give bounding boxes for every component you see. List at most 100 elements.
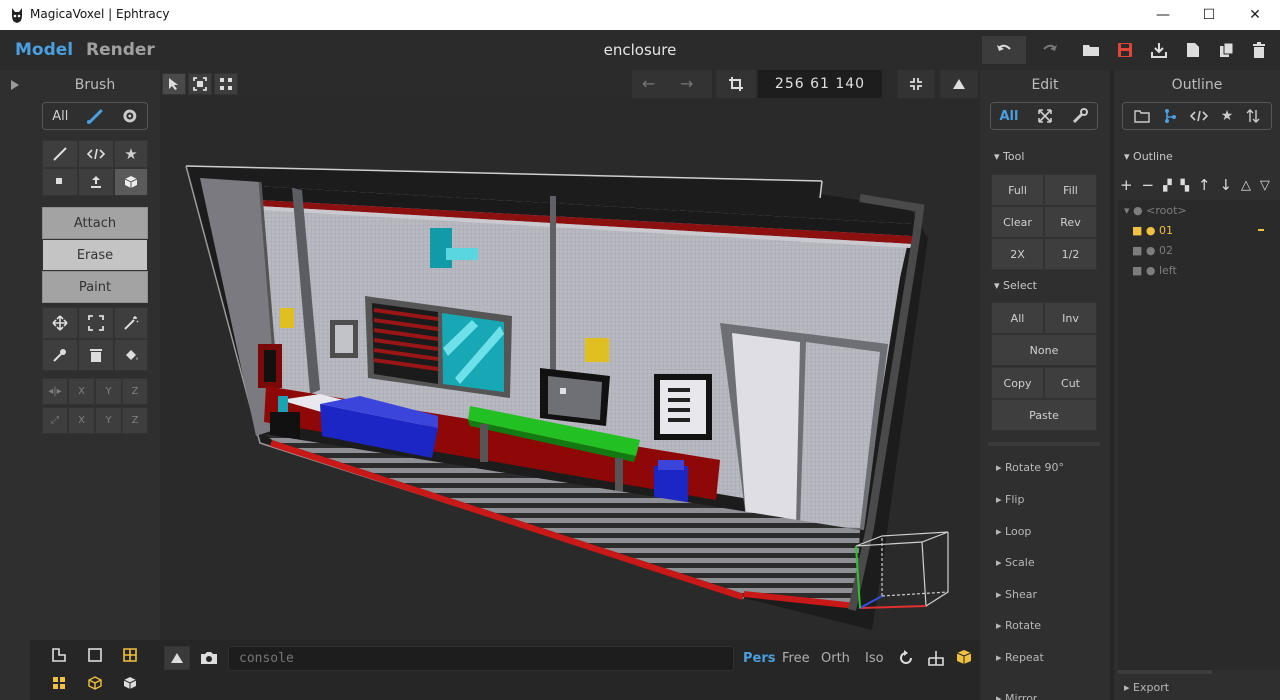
mirror-toggle[interactable]: ◂|▸ bbox=[42, 378, 68, 405]
view-pers-button[interactable]: Pers bbox=[743, 651, 776, 666]
remove-node-icon[interactable]: − bbox=[1142, 176, 1155, 194]
mode-render-tab[interactable]: Render bbox=[86, 40, 155, 60]
select-all-button[interactable]: All bbox=[991, 302, 1044, 334]
magic-wand-button[interactable] bbox=[114, 307, 148, 339]
edit-transform-icon[interactable] bbox=[1027, 108, 1063, 124]
tool-section-header[interactable]: ▾ Tool bbox=[994, 150, 1024, 163]
tree-node-left[interactable]: ■ ● left bbox=[1132, 264, 1177, 277]
mode-model-tab[interactable]: Model bbox=[15, 40, 73, 60]
ungroup-icon[interactable]: ▚ bbox=[1180, 179, 1188, 192]
group-icon[interactable]: ▞ bbox=[1163, 179, 1171, 192]
tool-full-button[interactable]: Full bbox=[991, 174, 1044, 206]
view-orth-button[interactable]: Orth bbox=[821, 651, 850, 666]
edit-filter-all[interactable]: All bbox=[991, 109, 1027, 124]
save-button[interactable] bbox=[1108, 36, 1142, 64]
new-button[interactable] bbox=[1176, 36, 1210, 64]
undo-button[interactable] bbox=[982, 36, 1026, 64]
select-inv-button[interactable]: Inv bbox=[1044, 302, 1097, 334]
mirror-x[interactable]: X bbox=[68, 378, 95, 405]
repeat-section[interactable]: ▸ Repeat bbox=[996, 651, 1044, 664]
duplicate-button[interactable] bbox=[1210, 36, 1244, 64]
region-select-button[interactable] bbox=[188, 73, 212, 95]
cube-outline-icon[interactable] bbox=[88, 676, 102, 690]
move-tool-button[interactable] bbox=[42, 307, 78, 339]
view-free-button[interactable]: Free bbox=[782, 651, 810, 666]
brush-code-button[interactable] bbox=[78, 140, 114, 168]
shear-section[interactable]: ▸ Shear bbox=[996, 588, 1037, 601]
export-section[interactable]: ▸ Export bbox=[1124, 681, 1169, 694]
minimize-button[interactable]: — bbox=[1140, 0, 1186, 30]
console-toggle-button[interactable] bbox=[164, 646, 190, 670]
loop-section[interactable]: ▸ Loop bbox=[996, 525, 1031, 538]
fit-size-button[interactable] bbox=[898, 70, 934, 98]
add-node-icon[interactable]: + bbox=[1120, 176, 1133, 194]
axis-x[interactable]: X bbox=[68, 407, 95, 434]
pointer-tool-button[interactable] bbox=[162, 73, 186, 95]
mirror-z[interactable]: Z bbox=[122, 378, 148, 405]
brush-box-button[interactable] bbox=[114, 168, 148, 196]
select-section-header[interactable]: ▾ Select bbox=[994, 279, 1037, 292]
tool-fill-button[interactable]: Fill bbox=[1044, 174, 1097, 206]
attach-mode-button[interactable]: Attach bbox=[42, 207, 148, 239]
console-input[interactable] bbox=[228, 646, 734, 671]
brush-voxel-button[interactable] bbox=[42, 168, 78, 196]
close-button[interactable]: ✕ bbox=[1232, 0, 1278, 30]
sort-icon[interactable] bbox=[1246, 108, 1260, 124]
collapse-up-icon[interactable]: △ bbox=[1241, 178, 1251, 193]
screenshot-button[interactable] bbox=[196, 646, 222, 670]
copy-button[interactable]: Copy bbox=[991, 367, 1044, 399]
brush-line-button[interactable] bbox=[42, 140, 78, 168]
maximize-button[interactable]: ☐ bbox=[1186, 0, 1232, 30]
view-iso-button[interactable]: Iso bbox=[865, 651, 884, 666]
select-tool-button[interactable] bbox=[78, 307, 114, 339]
reset-view-icon[interactable] bbox=[898, 650, 914, 666]
flip-section[interactable]: ▸ Flip bbox=[996, 493, 1024, 506]
arrow-right-icon[interactable]: → bbox=[680, 74, 693, 93]
outline-scrollbar[interactable] bbox=[1118, 670, 1212, 674]
outline-section-header[interactable]: ▾ Outline bbox=[1124, 150, 1173, 163]
fit-view-button[interactable] bbox=[214, 73, 238, 95]
rotate90-section[interactable]: ▸ Rotate 90° bbox=[996, 461, 1064, 474]
rotate-section[interactable]: ▸ Rotate bbox=[996, 619, 1041, 632]
move-up-icon[interactable]: ↑ bbox=[1198, 176, 1211, 194]
erase-all-button[interactable] bbox=[78, 339, 114, 371]
tool-half-button[interactable]: 1/2 bbox=[1044, 238, 1097, 270]
grid-view-icon[interactable] bbox=[928, 650, 944, 666]
move-down-icon[interactable]: ↓ bbox=[1219, 176, 1232, 194]
tree-node-02[interactable]: ■ ● 02 bbox=[1132, 244, 1173, 257]
tree-node-01[interactable]: ■ ● 01 bbox=[1132, 224, 1173, 237]
tool-2x-button[interactable]: 2X bbox=[991, 238, 1044, 270]
folder-icon[interactable] bbox=[1133, 109, 1150, 123]
dimension-field[interactable]: 256 61 140 bbox=[758, 70, 882, 98]
layout-grid-icon[interactable] bbox=[123, 648, 137, 662]
layout-corner-icon[interactable] bbox=[52, 648, 66, 662]
cube-solid-icon[interactable] bbox=[123, 676, 137, 690]
brush-filter-all[interactable]: All bbox=[43, 109, 78, 124]
tool-rev-button[interactable]: Rev bbox=[1044, 206, 1097, 238]
axis-z[interactable]: Z bbox=[122, 407, 148, 434]
layout-quad-icon[interactable] bbox=[52, 676, 66, 690]
ground-toggle-button[interactable] bbox=[940, 70, 978, 98]
export-button[interactable] bbox=[1142, 36, 1176, 64]
star-icon[interactable]: ★ bbox=[1221, 108, 1234, 124]
brush-paint-icon[interactable] bbox=[80, 108, 114, 124]
paste-button[interactable]: Paste bbox=[991, 399, 1097, 431]
cut-button[interactable]: Cut bbox=[1044, 367, 1097, 399]
frame-view-cube-icon[interactable] bbox=[956, 649, 972, 665]
redo-button[interactable] bbox=[1028, 36, 1072, 64]
brush-pattern-button[interactable]: ★ bbox=[114, 140, 148, 168]
mirror-y[interactable]: Y bbox=[95, 378, 122, 405]
edit-wrench-icon[interactable] bbox=[1063, 108, 1097, 124]
tree-node-root[interactable]: ▾ ● <root> bbox=[1124, 204, 1187, 217]
scale-section[interactable]: ▸ Scale bbox=[996, 556, 1035, 569]
axis-y[interactable]: Y bbox=[95, 407, 122, 434]
tool-clear-button[interactable]: Clear bbox=[991, 206, 1044, 238]
open-button[interactable] bbox=[1074, 36, 1108, 64]
fill-bucket-button[interactable] bbox=[114, 339, 148, 371]
expand-down-icon[interactable]: ▽ bbox=[1260, 178, 1270, 193]
code-icon[interactable] bbox=[1189, 109, 1208, 123]
layout-single-icon[interactable] bbox=[88, 648, 102, 662]
brush-settings-gear-icon[interactable] bbox=[113, 108, 147, 124]
paint-mode-button[interactable]: Paint bbox=[42, 271, 148, 303]
arrow-left-icon[interactable]: ← bbox=[642, 74, 655, 93]
